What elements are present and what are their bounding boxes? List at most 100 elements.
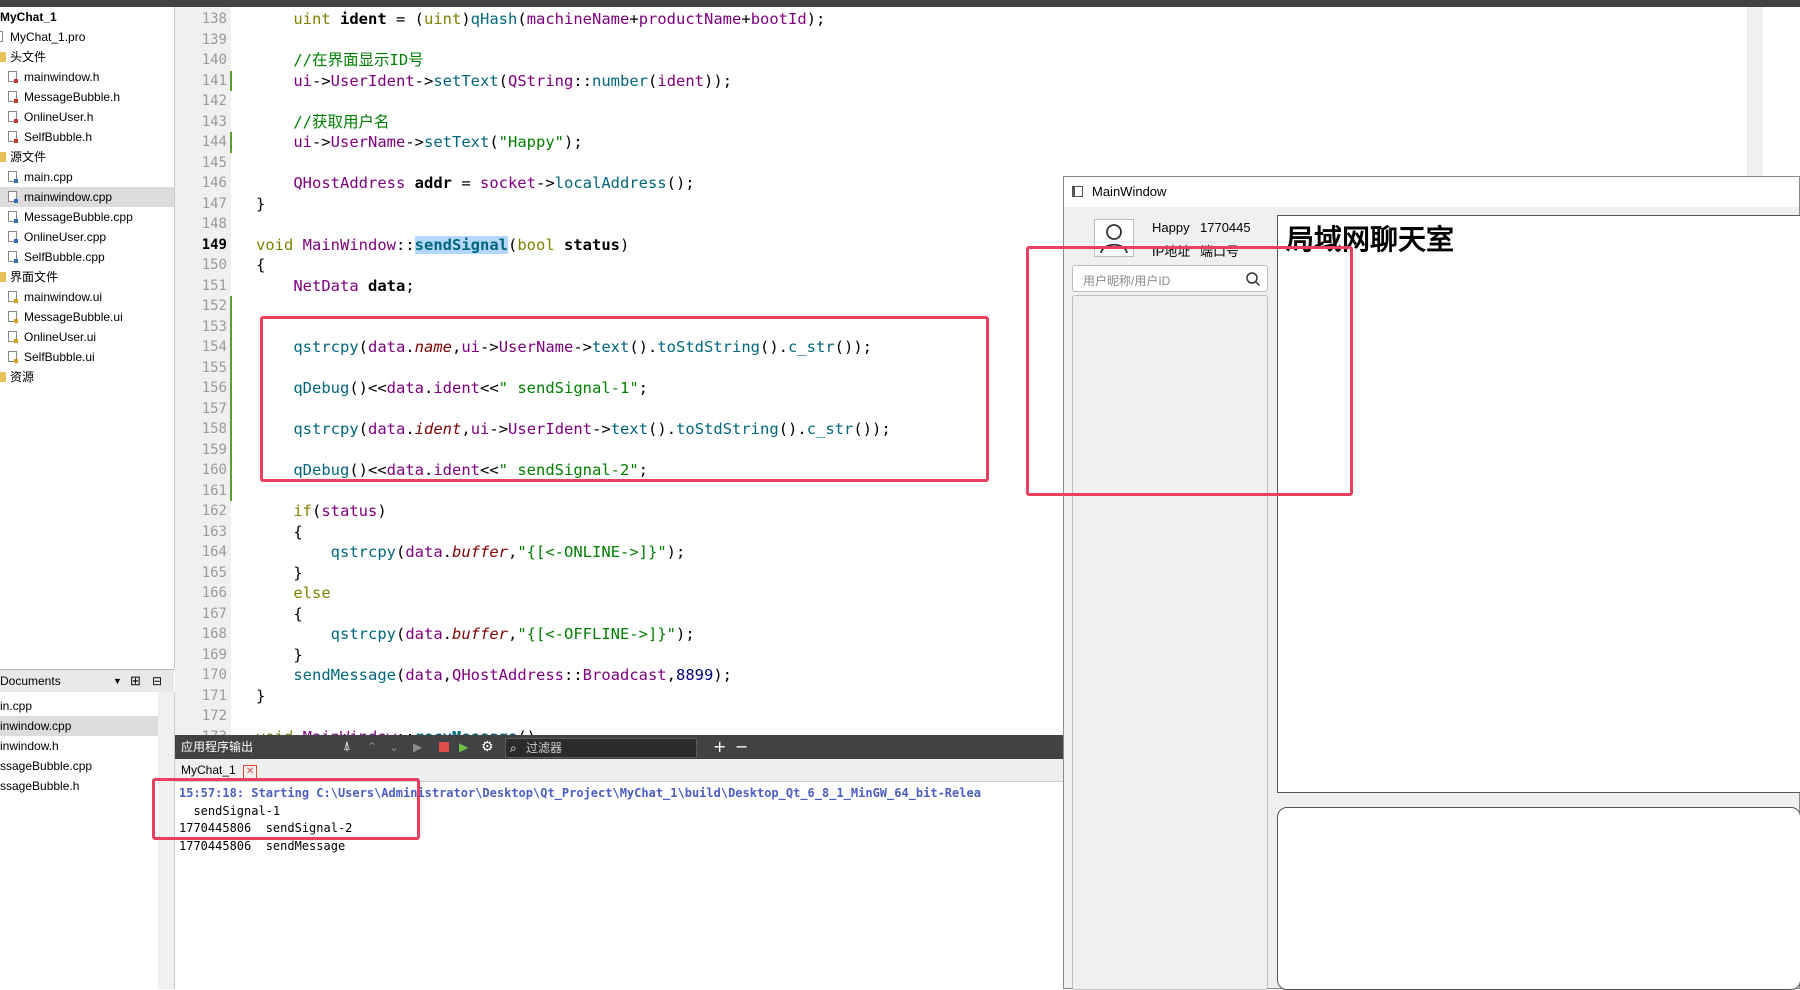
line-number: 167	[201, 605, 227, 622]
tree-item[interactable]: mainwindow.ui	[0, 287, 174, 307]
file-icon	[8, 91, 18, 103]
open-document-item[interactable]: ssageBubble.cpp	[0, 756, 158, 776]
code-line[interactable]: NetData data;	[256, 276, 414, 296]
filter-placeholder: 过滤器	[526, 741, 563, 755]
tree-item-label: mainwindow.cpp	[24, 190, 113, 204]
code-line[interactable]: uint ident = (uint)qHash(machineName+pro…	[256, 9, 825, 29]
tree-item[interactable]: OnlineUser.ui	[0, 327, 174, 347]
attach-icon[interactable]: ⍋	[343, 735, 351, 759]
filter-input[interactable]: ⌕ 过滤器	[505, 738, 697, 758]
tree-item[interactable]: MessageBubble.ui	[0, 307, 174, 327]
open-documents-scrollbar[interactable]	[158, 692, 174, 989]
close-icon[interactable]: ✕	[243, 765, 258, 779]
chevron-down-icon[interactable]: ▼	[113, 670, 122, 692]
tree-item-label: mainwindow.ui	[24, 290, 103, 304]
tree-item[interactable]: 头文件	[0, 47, 174, 67]
top-title-strip	[0, 0, 1800, 7]
code-line[interactable]: {	[256, 522, 302, 542]
code-line[interactable]: qstrcpy(data.buffer,"{[<-ONLINE->]}");	[256, 542, 686, 562]
minus-icon[interactable]: −	[735, 735, 748, 759]
open-documents-list[interactable]: in.cpp inwindow.cpp inwindow.h ssageBubble.…	[0, 692, 175, 989]
tree-item[interactable]: 资源	[0, 367, 174, 387]
tree-item[interactable]: MessageBubble.h	[0, 87, 174, 107]
line-number: 144	[201, 134, 227, 150]
line-number: 146	[201, 175, 227, 191]
tree-item-label: MessageBubble.ui	[24, 310, 123, 324]
line-number: 150	[201, 257, 227, 273]
stop-icon[interactable]	[439, 742, 449, 752]
close-pane-icon[interactable]: ⊟	[152, 670, 162, 692]
tree-item[interactable]: mainwindow.cpp	[0, 187, 174, 207]
tree-item[interactable]: 源文件	[0, 147, 174, 167]
open-documents-header[interactable]: Documents ▼ ⊞ ⊟	[0, 669, 174, 693]
code-line[interactable]: //获取用户名	[256, 112, 389, 132]
open-document-item[interactable]: in.cpp	[0, 696, 158, 716]
tree-item[interactable]: MyChat_1.pro	[0, 27, 174, 47]
tree-item[interactable]: SelfBubble.h	[0, 127, 174, 147]
open-document-item[interactable]: inwindow.cpp	[0, 716, 158, 736]
arrow-up-icon[interactable]: ⌃	[367, 735, 377, 759]
tree-item[interactable]: main.cpp	[0, 167, 174, 187]
file-icon	[8, 171, 18, 183]
split-icon[interactable]: ⊞	[130, 670, 141, 692]
open-document-item[interactable]: ssageBubble.h	[0, 776, 158, 796]
code-line[interactable]: }	[256, 686, 265, 706]
tree-item-label: mainwindow.h	[24, 70, 100, 84]
project-tree[interactable]: MyChat_1 MyChat_1.pro 头文件 mainwindow.h Messa…	[0, 7, 175, 669]
code-line[interactable]: {	[256, 255, 265, 275]
main-window-titlebar[interactable]: MainWindow	[1064, 177, 1799, 207]
tree-item-label: SelfBubble.h	[24, 130, 93, 144]
line-number: 164	[201, 544, 227, 560]
code-line[interactable]: qstrcpy(data.buffer,"{[<-OFFLINE->]}");	[256, 624, 695, 644]
code-line[interactable]: }	[256, 645, 302, 665]
code-line[interactable]: else	[256, 583, 330, 603]
run-icon[interactable]: ▶	[413, 735, 422, 759]
line-number: 149	[201, 236, 227, 253]
debug-run-icon[interactable]: ▶	[459, 735, 468, 759]
arrow-down-icon[interactable]: ⌄	[389, 735, 399, 759]
code-line[interactable]: {	[256, 604, 302, 624]
line-number: 154	[201, 339, 227, 355]
user-name: Happy	[1152, 220, 1190, 235]
code-line[interactable]: sendMessage(data,QHostAddress::Broadcast…	[256, 665, 732, 685]
line-number: 159	[201, 441, 227, 458]
code-line[interactable]: if(status)	[256, 501, 386, 521]
line-number: 139	[201, 31, 227, 48]
file-icon	[8, 211, 18, 223]
file-icon	[8, 251, 18, 263]
tree-item-label: 资源	[10, 370, 35, 384]
main-window-title: MainWindow	[1092, 184, 1167, 199]
line-number: 169	[201, 646, 227, 663]
chat-message-area[interactable]: 局域网聊天室	[1277, 215, 1800, 793]
tree-item[interactable]: SelfBubble.ui	[0, 347, 174, 367]
tree-item[interactable]: 界面文件	[0, 267, 174, 287]
code-line[interactable]: ui->UserName->setText("Happy");	[256, 132, 582, 152]
open-documents-title: Documents	[0, 674, 61, 688]
message-input-area[interactable]	[1277, 807, 1800, 990]
output-line: 1770445806 sendMessage	[179, 838, 346, 853]
tree-item[interactable]: SelfBubble.cpp	[0, 247, 174, 267]
add-icon[interactable]: +	[713, 735, 726, 759]
line-number: 142	[201, 93, 227, 109]
file-icon	[8, 331, 18, 343]
line-number: 151	[201, 277, 227, 294]
line-number: 155	[201, 359, 227, 376]
gear-icon[interactable]: ⚙	[481, 735, 494, 759]
code-line[interactable]: void MainWindow::sendSignal(bool status)	[256, 235, 629, 255]
line-number: 138	[201, 11, 227, 27]
code-line[interactable]: ui->UserIdent->setText(QString::number(i…	[256, 71, 732, 91]
output-tab-mychat[interactable]: MyChat_1 ✕	[181, 761, 258, 779]
code-line[interactable]: }	[256, 563, 302, 583]
tree-item[interactable]: MessageBubble.cpp	[0, 207, 174, 227]
code-line[interactable]: //在界面显示ID号	[256, 50, 423, 70]
code-line[interactable]: QHostAddress addr = socket->localAddress…	[256, 173, 694, 193]
tree-item[interactable]: OnlineUser.cpp	[0, 227, 174, 247]
tree-item[interactable]: mainwindow.h	[0, 67, 174, 87]
code-line[interactable]: }	[256, 194, 265, 214]
annotation-box-output	[152, 778, 420, 840]
line-number: 152	[201, 298, 227, 314]
tree-item[interactable]: OnlineUser.h	[0, 107, 174, 127]
tree-item[interactable]: MyChat_1	[0, 7, 174, 27]
open-document-item[interactable]: inwindow.h	[0, 736, 158, 756]
code-line[interactable]: void MainWindow::recvMessage()	[256, 727, 536, 736]
